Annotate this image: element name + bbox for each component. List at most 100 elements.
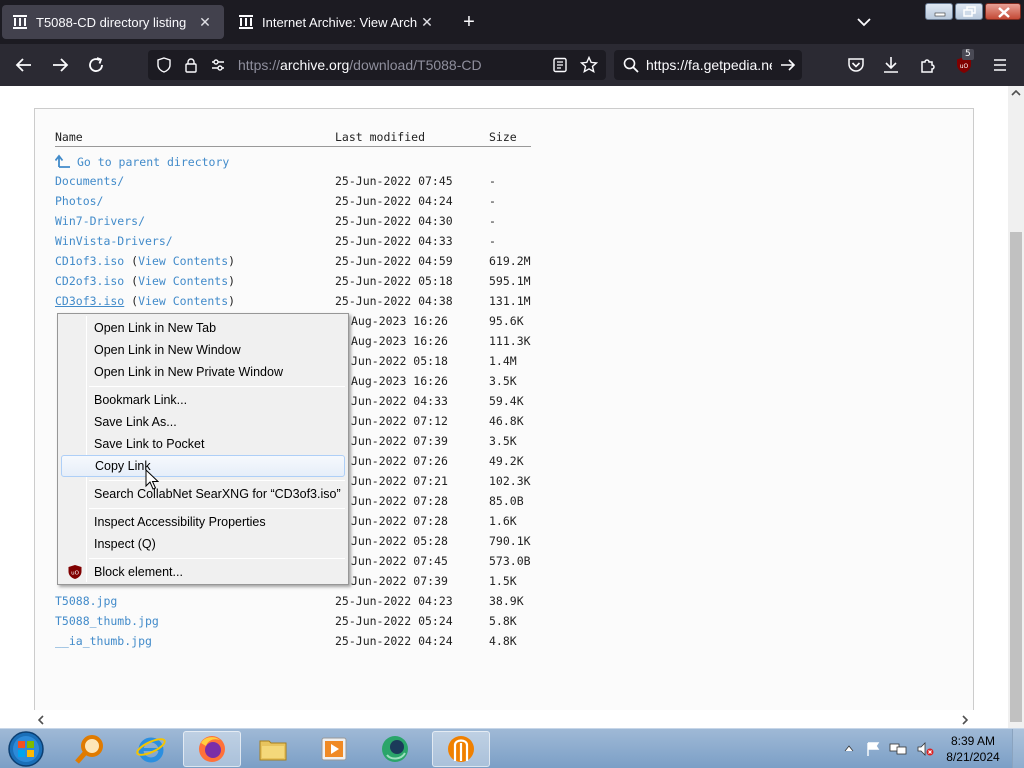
menu-separator [89, 558, 345, 559]
reader-view-icon[interactable] [552, 57, 568, 76]
reload-button[interactable] [83, 52, 109, 78]
size-cell: 595.1M [489, 274, 531, 288]
modified-cell: Aug-2023 16:26 [351, 334, 448, 348]
back-button[interactable] [11, 52, 37, 78]
modified-cell: Jun-2022 04:33 [351, 394, 448, 408]
file-link[interactable]: CD3of3.iso (View Contents) [55, 294, 235, 308]
modified-cell: 25-Jun-2022 04:59 [335, 254, 453, 268]
close-window-button[interactable] [985, 3, 1021, 20]
modified-cell: 25-Jun-2022 07:45 [335, 174, 453, 188]
modified-cell: Aug-2023 16:26 [351, 374, 448, 388]
parent-directory-link[interactable]: Go to parent directory [54, 154, 229, 169]
modified-cell: Jun-2022 07:28 [351, 494, 448, 508]
view-contents-link[interactable]: View Contents [138, 254, 228, 268]
new-tab-button[interactable]: + [456, 10, 482, 34]
close-tab-icon[interactable]: ✕ [418, 14, 436, 31]
menu-item-inspect-accessibility[interactable]: Inspect Accessibility Properties [61, 511, 345, 533]
table-row: Photos/25-Jun-2022 04:24 - [0, 194, 1000, 214]
size-cell: - [489, 234, 496, 248]
green-app-icon[interactable] [366, 731, 424, 767]
file-link[interactable]: Photos/ [55, 194, 103, 208]
internet-explorer-icon[interactable] [122, 731, 180, 767]
column-header-size[interactable]: Size [489, 130, 517, 144]
menu-item-save-link-as[interactable]: Save Link As... [61, 411, 345, 433]
modified-cell: 25-Jun-2022 05:18 [335, 274, 453, 288]
menu-item-inspect[interactable]: Inspect (Q) [61, 533, 345, 555]
search-app-icon[interactable] [61, 731, 119, 767]
table-row: T5088.jpg 25-Jun-2022 04:23 38.9K [0, 594, 1000, 614]
file-explorer-icon[interactable] [244, 731, 302, 767]
media-player-icon[interactable] [305, 731, 363, 767]
modified-cell: Jun-2022 07:26 [351, 454, 448, 468]
view-contents-link[interactable]: View Contents [138, 274, 228, 288]
archive-icon [238, 14, 254, 30]
minimize-button[interactable] [925, 3, 953, 20]
system-clock[interactable]: 8:39 AM 8/21/2024 [940, 733, 1006, 765]
search-go-icon[interactable] [780, 57, 796, 76]
file-link[interactable]: WinVista-Drivers/ [55, 234, 173, 248]
table-row: CD2of3.iso (View Contents) 25-Jun-2022 05… [0, 274, 1000, 294]
modified-cell: Jun-2022 05:28 [351, 534, 448, 548]
extensions-icon[interactable] [915, 52, 941, 78]
column-header-modified[interactable]: Last modified [335, 130, 425, 144]
start-button[interactable] [4, 730, 48, 768]
menu-icon[interactable] [987, 52, 1013, 78]
svg-text:uO: uO [71, 571, 79, 577]
show-desktop-button[interactable] [1012, 729, 1024, 768]
menu-item-label: Block element... [94, 565, 183, 579]
show-hidden-icons-icon[interactable] [844, 744, 854, 752]
tab-directory-listing[interactable]: T5088-CD directory listing ✕ [2, 5, 224, 39]
address-bar[interactable]: https://archive.org/download/T5088-CD [148, 50, 606, 80]
modified-cell: Jun-2022 05:18 [351, 354, 448, 368]
search-input[interactable]: https://fa.getpedia.ne [646, 57, 772, 73]
up-arrow-icon [54, 154, 70, 168]
table-row: CD3of3.iso (View Contents) 25-Jun-2022 04… [0, 294, 1000, 314]
close-tab-icon[interactable]: ✕ [196, 14, 214, 31]
menu-item-copy-link[interactable]: Copy Link [61, 455, 345, 477]
tracking-protection-icon[interactable] [156, 57, 172, 76]
file-link[interactable]: __ia_thumb.jpg [55, 634, 152, 648]
downloads-icon[interactable] [878, 52, 904, 78]
file-link[interactable]: Documents/ [55, 174, 124, 188]
network-icon[interactable] [889, 741, 907, 757]
file-link[interactable]: T5088_thumb.jpg [55, 614, 159, 628]
forward-button[interactable] [47, 52, 73, 78]
file-link[interactable]: CD1of3.iso (View Contents) [55, 254, 235, 268]
modified-cell: Jun-2022 07:39 [351, 574, 448, 588]
restore-button[interactable] [955, 3, 983, 20]
file-link[interactable]: T5088.jpg [55, 594, 117, 608]
horizontal-scrollbar[interactable] [34, 710, 974, 728]
table-row: WinVista-Drivers/25-Jun-2022 04:33 - [0, 234, 1000, 254]
size-cell: 111.3K [489, 334, 531, 348]
file-link[interactable]: CD2of3.iso (View Contents) [55, 274, 235, 288]
firefox-taskbar-icon[interactable] [183, 731, 241, 767]
size-cell: 3.5K [489, 374, 517, 388]
action-center-flag-icon[interactable] [865, 741, 881, 757]
menu-item-search-selection[interactable]: Search CollabNet SearXNG for “CD3of3.iso… [61, 483, 345, 505]
volume-muted-icon[interactable] [916, 741, 934, 757]
permissions-icon[interactable] [210, 57, 226, 76]
orange-app-icon[interactable] [432, 731, 490, 767]
menu-item-open-new-tab[interactable]: Open Link in New Tab [61, 317, 345, 339]
clock-date: 8/21/2024 [946, 750, 1000, 764]
menu-item-open-new-window[interactable]: Open Link in New Window [61, 339, 345, 361]
bookmark-star-icon[interactable] [579, 55, 599, 77]
menu-item-open-private-window[interactable]: Open Link in New Private Window [61, 361, 345, 383]
column-header-name[interactable]: Name [55, 130, 83, 144]
menu-separator [89, 386, 345, 387]
view-contents-link[interactable]: View Contents [138, 294, 228, 308]
lock-icon[interactable] [183, 57, 199, 76]
size-cell: 1.5K [489, 574, 517, 588]
size-cell: 790.1K [489, 534, 531, 548]
list-all-tabs-icon[interactable] [852, 12, 876, 32]
menu-item-bookmark-link[interactable]: Bookmark Link... [61, 389, 345, 411]
tab-view-archive[interactable]: Internet Archive: View Archive ✕ [228, 5, 446, 39]
pocket-icon[interactable] [843, 52, 869, 78]
menu-item-block-element[interactable]: uO Block element... [61, 561, 345, 583]
menu-item-save-to-pocket[interactable]: Save Link to Pocket [61, 433, 345, 455]
size-cell: 49.2K [489, 454, 524, 468]
parent-directory-row: Go to parent directory [0, 154, 1000, 174]
search-bar[interactable]: https://fa.getpedia.ne [614, 50, 802, 80]
scrollbar-thumb[interactable] [1010, 232, 1022, 722]
file-link[interactable]: Win7-Drivers/ [55, 214, 145, 228]
